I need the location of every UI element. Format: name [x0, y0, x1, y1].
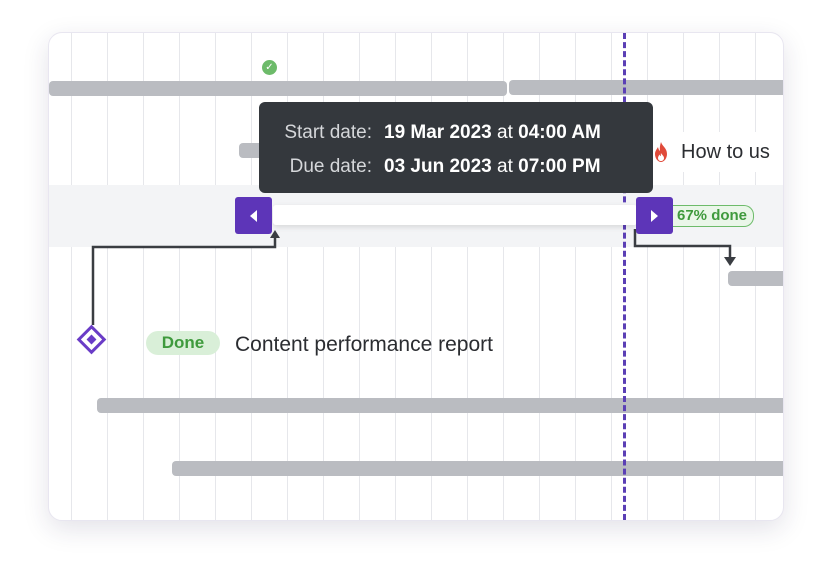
task-item-right[interactable]: How to us: [645, 132, 770, 172]
dependency-arrowhead: [724, 257, 736, 266]
progress-badge: 67% done: [673, 205, 755, 227]
resize-end-handle[interactable]: [636, 197, 673, 234]
start-at: at: [497, 122, 513, 143]
task-label-right: How to us: [681, 140, 770, 163]
due-date-value: 03 Jun 2023 at 07:00 PM: [384, 156, 601, 178]
fire-icon: [655, 142, 667, 162]
caret-right-icon: [651, 209, 658, 222]
selected-task-bar[interactable]: [273, 205, 637, 225]
caret-left-icon: [250, 209, 257, 222]
status-badge: Done: [146, 331, 220, 355]
resize-start-handle[interactable]: [235, 197, 272, 234]
start-date-value: 19 Mar 2023 at 04:00 AM: [384, 122, 601, 144]
start-date-label: Start date:: [284, 122, 372, 143]
due-date: 03 Jun 2023: [384, 156, 492, 177]
diamond-milestone-center: [86, 334, 97, 345]
start-time: 04:00 AM: [518, 122, 601, 143]
date-tooltip: Start date: 19 Mar 2023 at 04:00 AM Due …: [259, 102, 653, 193]
gantt-chart-panel: ✓ 67% done How to us Done Content perfor…: [48, 32, 784, 521]
due-time: 07:00 PM: [518, 156, 601, 177]
dependency-line: [91, 234, 277, 325]
start-date: 19 Mar 2023: [384, 122, 492, 143]
due-date-label: Due date:: [289, 156, 372, 177]
milestone-label[interactable]: Content performance report: [235, 333, 493, 357]
due-at: at: [497, 156, 513, 177]
